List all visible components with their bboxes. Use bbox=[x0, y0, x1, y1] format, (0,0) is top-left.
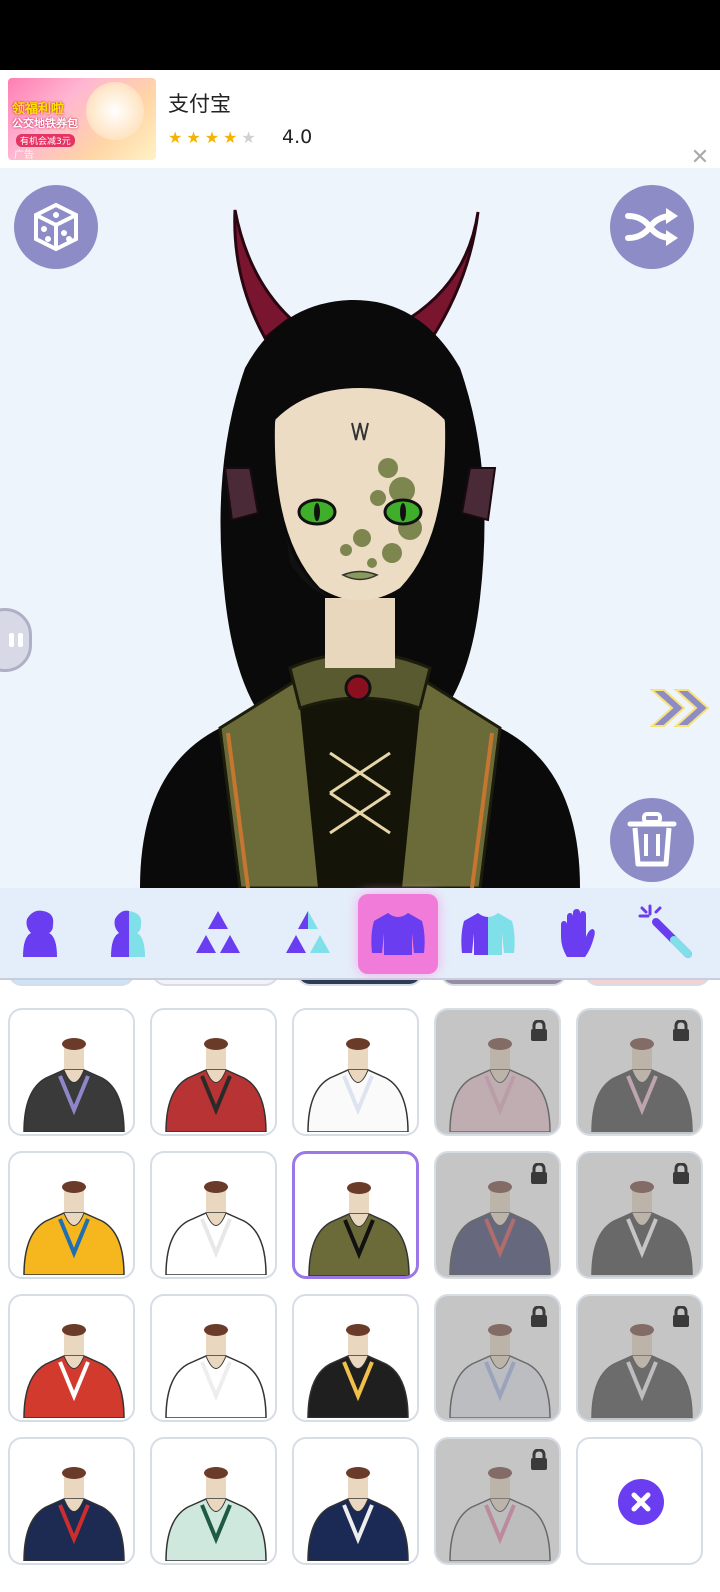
outfit-tile-harness[interactable] bbox=[434, 1437, 561, 1565]
outfit-tile-partial[interactable] bbox=[152, 980, 279, 986]
outfit-tile-sailor[interactable] bbox=[434, 1151, 561, 1279]
tab-body-color[interactable] bbox=[88, 894, 168, 974]
close-icon[interactable]: ✕ bbox=[688, 146, 712, 170]
outfit-tile-choker-strap[interactable] bbox=[8, 1008, 135, 1136]
outfit-tile-gothic-ribbon[interactable] bbox=[576, 1008, 703, 1136]
lock-icon bbox=[531, 1449, 547, 1470]
ad-rating: 4.0 bbox=[282, 126, 313, 148]
outfit-tile-red-offshoulder[interactable] bbox=[8, 1294, 135, 1422]
character-canvas bbox=[0, 168, 720, 888]
random-dice-button[interactable] bbox=[14, 185, 98, 269]
body-icon bbox=[23, 910, 57, 957]
lock-icon bbox=[531, 1306, 547, 1327]
tab-top[interactable] bbox=[358, 894, 438, 974]
shirt-half-icon bbox=[461, 913, 515, 955]
double-chevron-right-icon[interactable] bbox=[650, 686, 712, 730]
ad-title[interactable]: 支付宝 bbox=[168, 88, 231, 118]
outfit-tile-pink-frill[interactable] bbox=[434, 1008, 561, 1136]
outfit-tile-partial[interactable] bbox=[440, 980, 567, 986]
star-empty-icon: ★ bbox=[241, 128, 260, 147]
tab-effects[interactable] bbox=[628, 894, 708, 974]
outfit-tile-fur-stole[interactable] bbox=[150, 1151, 277, 1279]
outfit-preview bbox=[165, 1324, 267, 1418]
outfit-tile-maid-apron[interactable] bbox=[576, 1151, 703, 1279]
outfit-tile-green-vest[interactable] bbox=[292, 1151, 419, 1279]
outfit-preview bbox=[307, 1324, 409, 1418]
status-bar bbox=[0, 0, 720, 70]
outfit-tile-red-blazer[interactable] bbox=[150, 1008, 277, 1136]
outfit-preview bbox=[23, 1324, 125, 1418]
close-icon bbox=[618, 1479, 664, 1525]
outfit-tile-partial[interactable] bbox=[584, 980, 711, 986]
star-icon: ★ bbox=[186, 128, 205, 147]
ad-glow bbox=[86, 82, 144, 140]
tab-hand[interactable] bbox=[538, 894, 618, 974]
outfit-tile-none[interactable] bbox=[576, 1437, 703, 1565]
dice-icon bbox=[34, 202, 78, 252]
tab-layers-color[interactable] bbox=[268, 894, 348, 974]
tab-body[interactable] bbox=[0, 894, 80, 974]
outfit-preview bbox=[23, 1181, 125, 1275]
hand-icon bbox=[561, 909, 595, 957]
outfit-tile-yellow-hoodie[interactable] bbox=[8, 1151, 135, 1279]
outfit-preview bbox=[307, 1038, 409, 1132]
outfit-preview bbox=[23, 1467, 125, 1561]
outfit-preview bbox=[165, 1038, 267, 1132]
outfit-preview bbox=[308, 1182, 410, 1276]
star-icon: ★ bbox=[204, 128, 224, 147]
outfit-tile-partial[interactable] bbox=[296, 980, 423, 986]
delete-button[interactable] bbox=[610, 798, 694, 882]
character-illustration bbox=[140, 209, 580, 888]
outfit-tile-partial[interactable] bbox=[8, 980, 135, 986]
outfit-tile-black-cross[interactable] bbox=[292, 1294, 419, 1422]
app-root: 领福利啦 公交地铁券包 有机会减3元 广告 ✕ 支付宝 ★★★★★ 4.0 bbox=[0, 0, 720, 1592]
lock-icon bbox=[673, 1306, 689, 1327]
outfit-tile-mint-kimono[interactable] bbox=[150, 1437, 277, 1565]
shirt-icon bbox=[371, 913, 425, 955]
magic-wand-icon bbox=[638, 904, 692, 958]
outfit-preview bbox=[165, 1467, 267, 1561]
ad-thumb-line2: 公交地铁券包 bbox=[12, 117, 78, 130]
outfit-preview bbox=[23, 1038, 125, 1132]
lock-icon bbox=[531, 1020, 547, 1041]
triangles-half-icon bbox=[286, 911, 330, 953]
tab-layers[interactable] bbox=[178, 894, 258, 974]
rating-stars: ★★★★★ bbox=[168, 128, 260, 147]
ad-tag: 广告 bbox=[14, 150, 34, 160]
outfit-tile-white-bow[interactable] bbox=[150, 1294, 277, 1422]
outfit-tile-white-blouse[interactable] bbox=[292, 1008, 419, 1136]
body-half-icon bbox=[111, 910, 145, 957]
outfit-preview bbox=[165, 1181, 267, 1275]
ad-banner[interactable]: 领福利啦 公交地铁券包 有机会减3元 广告 ✕ bbox=[0, 70, 720, 170]
category-tab-bar bbox=[0, 888, 720, 980]
triangles-icon bbox=[196, 911, 240, 953]
outfit-tile-lace-dress[interactable] bbox=[434, 1294, 561, 1422]
lock-icon bbox=[673, 1163, 689, 1184]
outfit-preview bbox=[307, 1467, 409, 1561]
outfit-tile-button-coat[interactable] bbox=[576, 1294, 703, 1422]
ad-thumbnail[interactable]: 领福利啦 公交地铁券包 有机会减3元 广告 bbox=[8, 78, 156, 160]
tab-top-color[interactable] bbox=[448, 894, 528, 974]
outfit-grid bbox=[0, 980, 720, 1592]
outfit-tile-navy-lace[interactable] bbox=[8, 1437, 135, 1565]
outfit-tile-blue-cutout[interactable] bbox=[292, 1437, 419, 1565]
star-icon: ★ bbox=[223, 128, 242, 147]
trash-icon bbox=[627, 812, 677, 867]
star-icon: ★ bbox=[168, 128, 187, 147]
lock-icon bbox=[673, 1020, 689, 1041]
lock-icon bbox=[531, 1163, 547, 1184]
shuffle-button[interactable] bbox=[610, 185, 694, 269]
shuffle-icon bbox=[625, 208, 678, 246]
